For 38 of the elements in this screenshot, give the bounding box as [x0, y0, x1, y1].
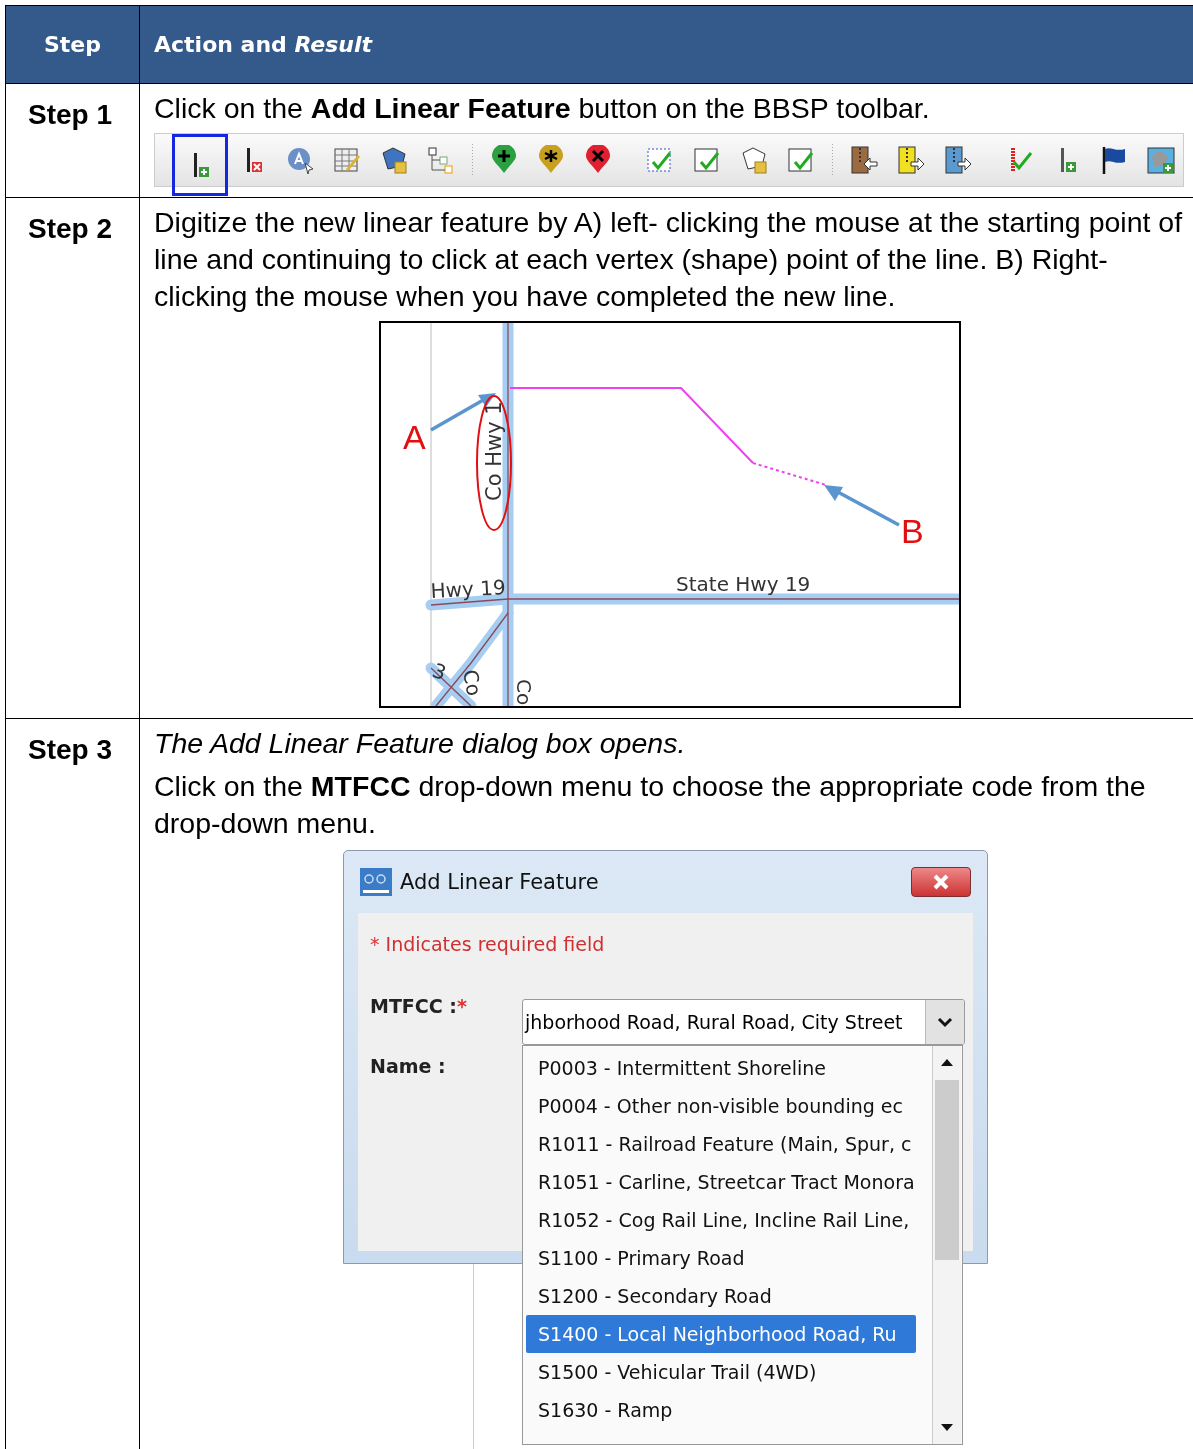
road-label: Co Hwy 1 — [482, 401, 506, 501]
column-header: Step — [44, 32, 101, 57]
dropdown-option[interactable]: P0003 - Intermittent Shoreline — [526, 1049, 916, 1087]
step-label: Step 1 — [28, 99, 113, 130]
dropdown-option[interactable]: S1630 - Ramp — [526, 1391, 916, 1429]
dropdown-option[interactable]: S1500 - Vehicular Trail (4WD) — [526, 1353, 916, 1391]
instruction-text: Digitize the new linear feature by A) left- clicking the mouse at the starting point of line and continuing to click at each vertex (shape) point of the line. B) Right-clicking the mouse when you have completed the new line. — [154, 205, 1184, 314]
required-note: * Indicates required field — [370, 933, 606, 955]
app-logo-icon — [360, 868, 392, 896]
column-header: Action and Result — [154, 32, 373, 57]
road-label: State Hwy 19 — [676, 572, 811, 596]
dropdown-option[interactable]: P0004 - Other non-visible bounding ec — [526, 1087, 916, 1125]
instruction-text: Click on the MTFCC drop-down menu to choose the appropriate code from the drop-down menu. — [154, 769, 1147, 841]
scrollbar-thumb[interactable] — [935, 1080, 959, 1260]
close-button[interactable] — [911, 867, 971, 897]
dropdown-option[interactable]: R1052 - Cog Rail Line, Incline Rail Line, — [526, 1201, 916, 1239]
mtfcc-dropdown[interactable]: jhborhood Road, Rural Road, City Street — [522, 999, 965, 1045]
callout-letter: B — [901, 512, 924, 550]
result-text: The Add Linear Feature dialog box opens. — [154, 726, 687, 761]
field-label: MTFCC :* — [370, 995, 467, 1017]
road-label: Co — [458, 667, 487, 698]
dropdown-option[interactable]: R1011 - Railroad Feature (Main, Spur, c — [526, 1125, 916, 1163]
chevron-down-icon — [936, 1016, 954, 1028]
road-label: Hwy 19 — [430, 575, 507, 603]
callout-letter: A — [403, 418, 426, 456]
dialog-title: Add Linear Feature — [400, 870, 600, 894]
dropdown-option[interactable]: S1400 - Local Neighborhood Road, Ru — [526, 1315, 916, 1353]
step-label: Step 3 — [28, 734, 113, 765]
field-label: Name : — [370, 1055, 446, 1077]
dropdown-option[interactable]: R1051 - Carline, Streetcar Tract Monora — [526, 1163, 916, 1201]
scrollbar[interactable] — [932, 1046, 961, 1444]
instruction-text: Click on the Add Linear Feature button on the BBSP toolbar. — [154, 91, 931, 126]
road-label: Co — [512, 679, 536, 706]
dropdown-option[interactable]: S1200 - Secondary Road — [526, 1277, 916, 1315]
line-plus-icon[interactable] — [172, 134, 229, 196]
road-label: 3 — [429, 658, 450, 686]
step-label: Step 2 — [28, 213, 113, 244]
dropdown-option[interactable]: S1100 - Primary Road — [526, 1239, 916, 1277]
